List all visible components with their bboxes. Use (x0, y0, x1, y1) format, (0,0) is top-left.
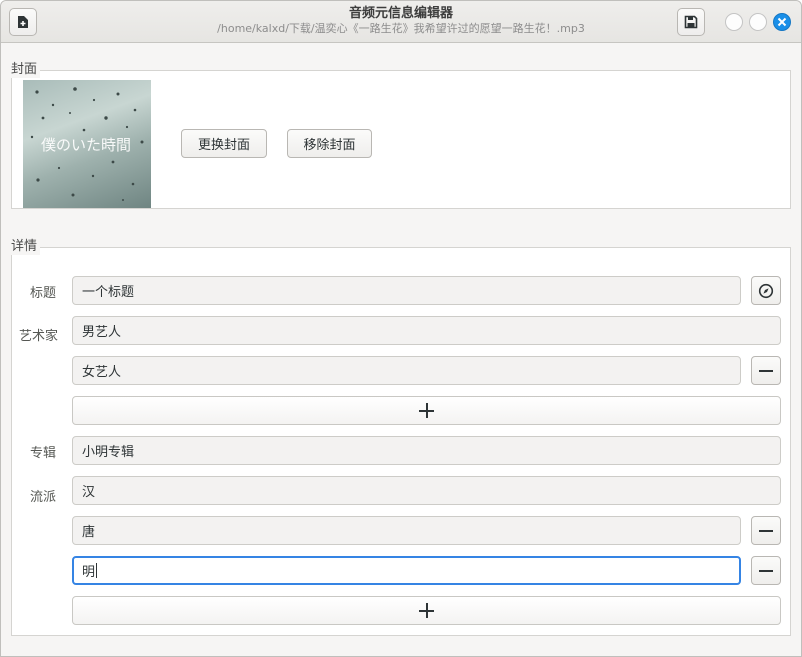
compass-icon (758, 283, 774, 298)
change-cover-button[interactable]: 更换封面 (181, 129, 267, 158)
add-artist-button[interactable] (72, 396, 781, 425)
artist-input-2[interactable]: 女艺人 (72, 356, 741, 385)
minimize-button[interactable] (725, 13, 743, 31)
album-label: 专辑 (29, 446, 56, 461)
window-subtitle: /home/kalxd/下载/温奕心《一路生花》我希望许过的愿望一路生花！.mp… (217, 22, 585, 35)
add-genre-button[interactable] (72, 596, 781, 625)
lookup-title-button[interactable] (751, 276, 781, 305)
close-icon (777, 17, 787, 27)
remove-cover-button[interactable]: 移除封面 (287, 129, 372, 158)
genre-input-3-text: 明 (82, 565, 96, 580)
maximize-button[interactable] (749, 13, 767, 31)
text-caret (96, 563, 98, 578)
genre-input-2[interactable]: 唐 (72, 516, 741, 545)
close-button[interactable] (773, 13, 791, 31)
app-window: 音频元信息编辑器 /home/kalxd/下载/温奕心《一路生花》我希望许过的愿… (0, 0, 802, 657)
remove-artist-button[interactable] (751, 356, 781, 385)
minus-icon (759, 529, 773, 532)
artist-input-1[interactable]: 男艺人 (72, 316, 781, 345)
plus-icon (419, 403, 434, 418)
minus-icon (759, 369, 773, 372)
plus-icon (419, 603, 434, 618)
remove-genre-button-3[interactable] (751, 556, 781, 585)
cover-image: 僕のいた時間 (23, 80, 151, 208)
new-file-button[interactable] (9, 8, 37, 36)
minus-icon (759, 569, 773, 572)
title-input[interactable]: 一个标题 (72, 276, 741, 305)
artist-label: 艺术家 (19, 329, 59, 344)
genre-input-1[interactable]: 汉 (72, 476, 781, 505)
cover-title-text: 僕のいた時間 (41, 136, 131, 154)
rain-drops-image: 僕のいた時間 (30, 87, 144, 201)
document-new-icon (18, 16, 28, 28)
save-icon (684, 15, 698, 29)
album-input[interactable]: 小明专辑 (72, 436, 781, 465)
window-title: 音频元信息编辑器 (348, 6, 453, 21)
genre-label: 流派 (29, 490, 56, 505)
details-section-label: 详情 (11, 239, 41, 255)
header-bar: 音频元信息编辑器 /home/kalxd/下载/温奕心《一路生花》我希望许过的愿… (1, 1, 801, 43)
remove-genre-button-2[interactable] (751, 516, 781, 545)
genre-input-3[interactable]: 明 (72, 556, 741, 585)
save-button[interactable] (677, 8, 705, 36)
title-area: 音频元信息编辑器 /home/kalxd/下载/温奕心《一路生花》我希望许过的愿… (151, 5, 651, 36)
cover-section-label: 封面 (11, 62, 41, 78)
title-label: 标题 (29, 286, 56, 301)
